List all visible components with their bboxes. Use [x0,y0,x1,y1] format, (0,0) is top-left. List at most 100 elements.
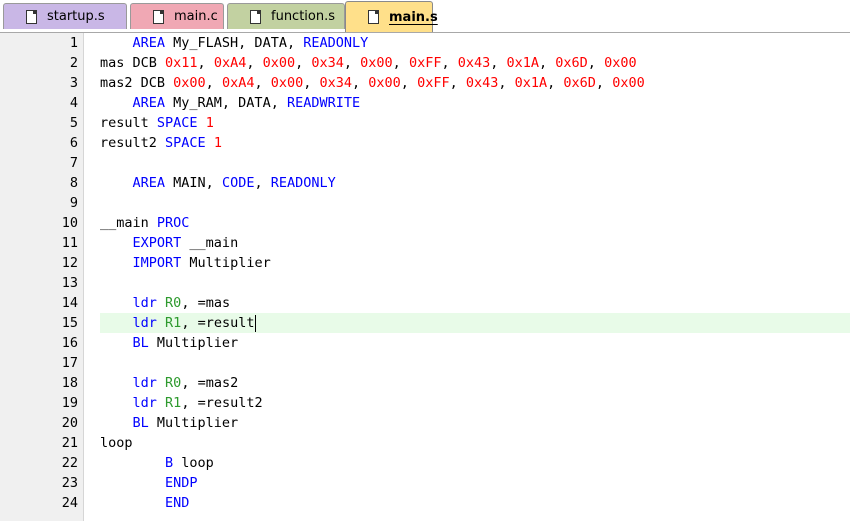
line-number: 3 [69,75,78,91]
code-line[interactable]: 22 B loop [0,453,850,473]
number-token: 0x43 [457,55,491,71]
line-number: 20 [61,415,78,431]
code-line[interactable]: 15 ldr R1, =result [0,313,850,333]
number-token: 1 [205,115,214,131]
tab-main-s[interactable]: main.s [345,1,438,32]
text-token: Multiplier [148,415,239,431]
code-line[interactable]: 9 [0,193,850,213]
code-line[interactable]: 5 result SPACE 1 [0,113,850,133]
keyword-token: ldr [132,295,157,311]
number-token: 0xA4 [221,75,255,91]
text-token: , =mas2 [181,375,239,391]
code-line[interactable]: 7 [0,153,850,173]
code-line[interactable]: 17 [0,353,850,373]
keyword-token: READONLY [303,35,369,51]
code-line[interactable]: 24 END [0,493,850,513]
line-number: 8 [69,175,78,191]
code-line[interactable]: 12 IMPORT Multiplier [0,253,850,273]
line-text: END [100,493,850,513]
keyword-token: SPACE [156,115,198,131]
line-text: AREA My_FLASH, DATA, READONLY [100,33,850,53]
code-line[interactable]: 8 AREA MAIN, CODE, READONLY [0,173,850,193]
line-text: ENDP [100,473,850,493]
text-token: , [352,75,369,91]
number-token: 0x00 [360,55,393,71]
code-line[interactable]: 18 ldr R0, =mas2 [0,373,850,393]
document-icon [250,9,261,24]
line-number: 1 [69,35,78,51]
keyword-token: AREA [132,95,166,111]
code-line[interactable]: 3 mas2 DCB 0x00, 0xA4, 0x00, 0x34, 0x00, … [0,73,850,93]
tab-startup-s[interactable]: startup.s [3,3,127,29]
text-token: __main [181,235,239,251]
line-text: result2 SPACE 1 [100,133,850,153]
line-text [100,153,850,173]
code-line[interactable]: 23 ENDP [0,473,850,493]
text-token: , [392,55,409,71]
text-token: result [100,115,157,131]
keyword-token: END [165,495,190,511]
text-token: My_RAM, DATA, [165,95,287,111]
tab-main-c[interactable]: main.c [130,3,224,29]
text-token: mas DCB [100,55,166,71]
code-line[interactable]: 21 loop [0,433,850,453]
number-token: 0x11 [165,55,198,71]
code-line[interactable]: 19 ldr R1, =result2 [0,393,850,413]
number-token: 0x1A [514,75,548,91]
line-number: 7 [69,155,78,171]
code-line[interactable]: 4 AREA My_RAM, DATA, READWRITE [0,93,850,113]
number-token: 0x6D [563,75,596,91]
line-number: 21 [61,435,78,451]
code-line[interactable]: 10 __main PROC [0,213,850,233]
code-line[interactable]: 14 ldr R0, =mas [0,293,850,313]
number-token: 0x00 [604,55,637,71]
code-line[interactable]: 16 BL Multiplier [0,333,850,353]
keyword-token: ldr [132,315,157,331]
line-number: 6 [69,135,78,151]
number-token: 0x00 [270,75,304,91]
line-number: 15 [61,315,78,331]
line-number: 14 [61,295,78,311]
editor-tab-bar: startup.s main.c function.s main.s [0,0,850,33]
line-text: mas2 DCB 0x00, 0xA4, 0x00, 0x34, 0x00, 0… [100,73,850,93]
line-text: ldr R0, =mas [100,293,850,313]
line-text: ldr R1, =result2 [100,393,850,413]
code-line[interactable]: 13 [0,273,850,293]
text-token: , [441,55,458,71]
text-token: Multiplier [181,255,271,271]
code-line[interactable]: 6 result2 SPACE 1 [0,133,850,153]
line-text: mas DCB 0x11, 0xA4, 0x00, 0x34, 0x00, 0x… [100,53,850,73]
code-line[interactable]: 20 BL Multiplier [0,413,850,433]
code-line[interactable]: 2 mas DCB 0x11, 0xA4, 0x00, 0x34, 0x00, 0… [0,53,850,73]
number-token: 0xFF [408,55,442,71]
register-token: R0 [165,295,182,311]
text-cursor [255,314,257,332]
code-line[interactable]: 11 EXPORT __main [0,233,850,253]
code-editor[interactable]: 1 AREA My_FLASH, DATA, READONLY 2 mas DCB … [0,33,850,521]
tab-label: startup.s [47,9,105,24]
line-text [100,273,850,293]
document-icon [153,9,164,24]
tab-function-s[interactable]: function.s [227,3,345,29]
text-token: , [498,75,515,91]
text-token: , [303,75,320,91]
keyword-token: ldr [132,395,157,411]
line-text: EXPORT __main [100,233,850,253]
line-number: 2 [69,55,78,71]
line-number: 4 [69,95,78,111]
line-number: 17 [61,355,78,371]
keyword-token: READONLY [270,175,336,191]
code-line[interactable]: 1 AREA My_FLASH, DATA, READONLY [0,33,850,53]
text-token: , [547,75,564,91]
